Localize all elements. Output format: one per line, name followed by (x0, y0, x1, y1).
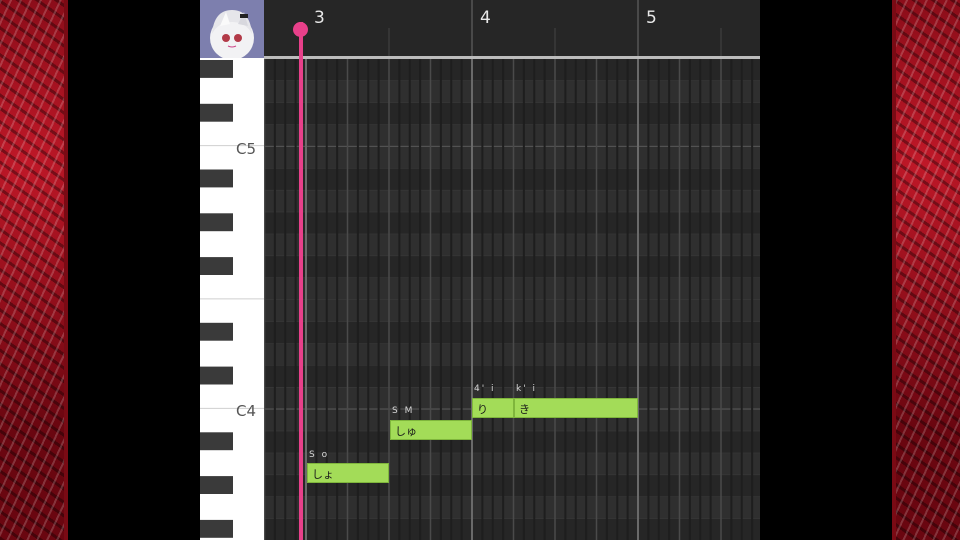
singer-avatar[interactable] (200, 0, 264, 58)
grid-row (264, 518, 760, 540)
note-block[interactable]: しゅ (390, 420, 472, 440)
grid-row (264, 168, 760, 191)
grid-row (264, 256, 760, 278)
note-grid[interactable]: S o しょ S M しゅ 4' i り k' i き (264, 59, 760, 540)
grid-row (264, 431, 760, 454)
note-lyric: しょ (312, 468, 334, 481)
piano-roll-editor: 3 4 5 C5 C4 S o しょ S M しゅ 4' i り k' i き (200, 0, 760, 540)
note-lyric: しゅ (395, 425, 417, 438)
grid-row (264, 365, 760, 388)
grid-row (264, 146, 760, 169)
grid-row (264, 497, 760, 519)
note-phoneme: 4' i (474, 384, 496, 394)
note-lyric: り (477, 403, 488, 416)
octave-label-c5: C5 (236, 140, 257, 158)
grid-row (264, 80, 760, 103)
grid-row (264, 321, 760, 344)
black-key[interactable] (200, 257, 233, 275)
black-key[interactable] (200, 476, 233, 494)
black-key[interactable] (200, 60, 233, 78)
note-block[interactable]: り (472, 398, 514, 418)
left-decorative-art (0, 0, 68, 540)
grid-row (264, 102, 760, 125)
note-phoneme: k' i (516, 384, 538, 394)
note-block[interactable]: き (514, 398, 638, 418)
playhead-marker-icon[interactable] (293, 22, 308, 37)
black-key[interactable] (200, 213, 233, 232)
black-key[interactable] (200, 432, 233, 451)
grid-row (264, 212, 760, 235)
bar-number-5: 5 (646, 8, 657, 28)
note-block[interactable]: しょ (307, 463, 389, 483)
grid-row (264, 343, 760, 366)
black-key[interactable] (200, 366, 233, 385)
playhead-line[interactable] (299, 22, 303, 540)
note-phoneme: S M (392, 406, 415, 416)
bar-number-4: 4 (480, 8, 491, 28)
grid-row (264, 124, 760, 147)
black-key[interactable] (200, 103, 233, 122)
timeline-ruler[interactable]: 3 4 5 (264, 0, 760, 56)
grid-row (264, 190, 760, 213)
black-key[interactable] (200, 169, 233, 188)
piano-keyboard[interactable]: C5 C4 (200, 58, 264, 540)
right-decorative-art (892, 0, 960, 540)
grid-row (264, 299, 760, 322)
black-key[interactable] (200, 322, 233, 341)
grid-row (264, 234, 760, 257)
grid-row (264, 278, 760, 300)
note-lyric: き (519, 403, 530, 416)
note-phoneme: S o (309, 450, 330, 460)
octave-label-c4: C4 (236, 402, 257, 420)
black-key[interactable] (200, 519, 233, 538)
bar-number-3: 3 (314, 8, 325, 28)
grid-row (264, 59, 760, 81)
